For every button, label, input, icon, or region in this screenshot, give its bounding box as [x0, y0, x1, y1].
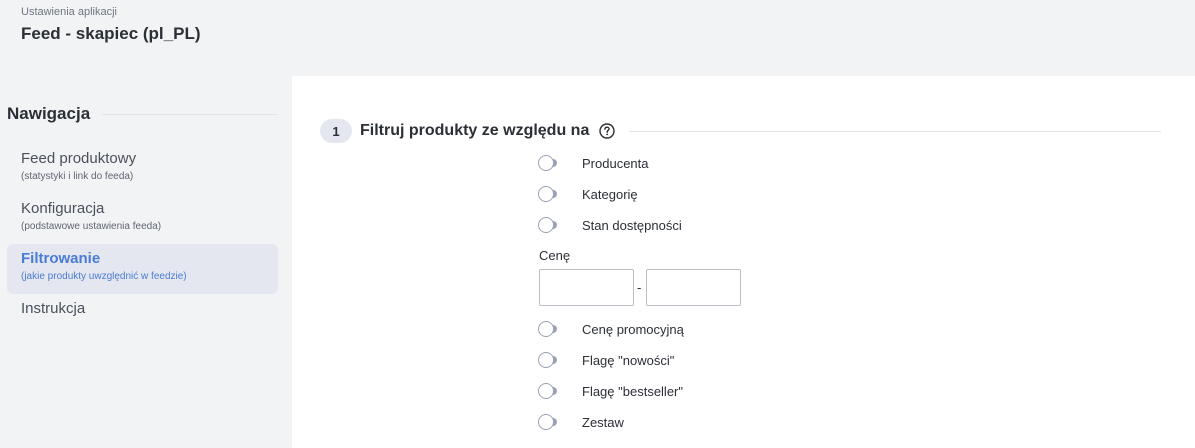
- page-supertitle: Ustawienia aplikacji: [21, 6, 117, 18]
- page-title: Feed - skapiec (pl_PL): [21, 24, 201, 43]
- nav-item-label: Feed produktowy: [21, 150, 137, 167]
- price-max-input[interactable]: [646, 269, 741, 306]
- navigation-items: Feed produktowy (statystyki i link do fe…: [7, 144, 278, 344]
- nav-item-feed-produktowy[interactable]: Feed produktowy (statystyki i link do fe…: [7, 144, 278, 194]
- nav-item-filtrowanie[interactable]: Filtrowanie (jakie produkty uwzględnić w…: [7, 244, 278, 294]
- step-number-badge: 1: [320, 119, 352, 143]
- nav-item-label: Konfiguracja: [21, 200, 105, 217]
- filter-bestseller-flag-row: Flagę "bestseller": [538, 381, 683, 401]
- nav-item-description: (podstawowe ustawienia feeda): [21, 221, 162, 232]
- divider: [102, 113, 278, 115]
- page-header: Ustawienia aplikacji Feed - skapiec (pl_…: [21, 5, 201, 45]
- filter-bundle-row: Zestaw: [538, 412, 624, 432]
- filter-producer-row: Producenta: [538, 153, 649, 173]
- toggle-label: Kategorię: [582, 186, 638, 202]
- filter-availability-row: Stan dostępności: [538, 215, 682, 235]
- nav-item-label: Instrukcja: [21, 300, 86, 317]
- nav-item-description: (jakie produkty uwzględnić w feedzie): [21, 271, 187, 282]
- navigation-heading: Nawigacja: [7, 104, 91, 123]
- filter-new-flag-toggle[interactable]: [538, 352, 557, 368]
- filter-availability-toggle[interactable]: [538, 217, 557, 233]
- toggle-knob: [538, 352, 554, 368]
- toggle-knob: [538, 321, 554, 337]
- toggle-knob: [538, 383, 554, 399]
- navigation-heading-row: Nawigacja: [7, 102, 278, 126]
- nav-item-label: Filtrowanie: [21, 250, 101, 267]
- filter-bundle-toggle[interactable]: [538, 414, 557, 430]
- divider: [629, 130, 1161, 132]
- filter-promo-price-row: Cenę promocyjną: [538, 319, 684, 339]
- filter-category-row: Kategorię: [538, 184, 638, 204]
- price-label: Cenę: [539, 248, 571, 263]
- toggle-label: Flagę "nowości": [582, 352, 675, 368]
- filter-category-toggle[interactable]: [538, 186, 557, 202]
- toggle-label: Producenta: [582, 155, 649, 171]
- filter-bestseller-flag-toggle[interactable]: [538, 383, 557, 399]
- filter-new-flag-row: Flagę "nowości": [538, 350, 674, 370]
- section-header: 1 Filtruj produkty ze względu na: [320, 119, 1161, 143]
- toggle-label: Cenę promocyjną: [582, 321, 684, 337]
- navigation-sidebar: Nawigacja Feed produktowy (statystyki i …: [7, 102, 278, 344]
- question-circle-icon[interactable]: [599, 123, 616, 139]
- price-separator: -: [637, 280, 642, 295]
- toggle-label: Stan dostępności: [582, 217, 682, 233]
- price-min-input[interactable]: [539, 269, 634, 306]
- content-panel: 1 Filtruj produkty ze względu na Produce…: [292, 76, 1195, 448]
- toggle-label: Flagę "bestseller": [582, 383, 683, 399]
- nav-item-konfiguracja[interactable]: Konfiguracja (podstawowe ustawienia feed…: [7, 194, 278, 244]
- toggle-label: Zestaw: [582, 414, 624, 430]
- toggle-knob: [538, 186, 554, 202]
- section-title: Filtruj produkty ze względu na: [360, 122, 590, 139]
- filter-promo-price-toggle[interactable]: [538, 321, 557, 337]
- toggle-knob: [538, 414, 554, 430]
- toggle-knob: [538, 155, 554, 171]
- nav-item-description: (statystyki i link do feeda): [21, 171, 134, 182]
- toggle-knob: [538, 217, 554, 233]
- filter-producer-toggle[interactable]: [538, 155, 557, 171]
- nav-item-instrukcja[interactable]: Instrukcja: [7, 294, 278, 344]
